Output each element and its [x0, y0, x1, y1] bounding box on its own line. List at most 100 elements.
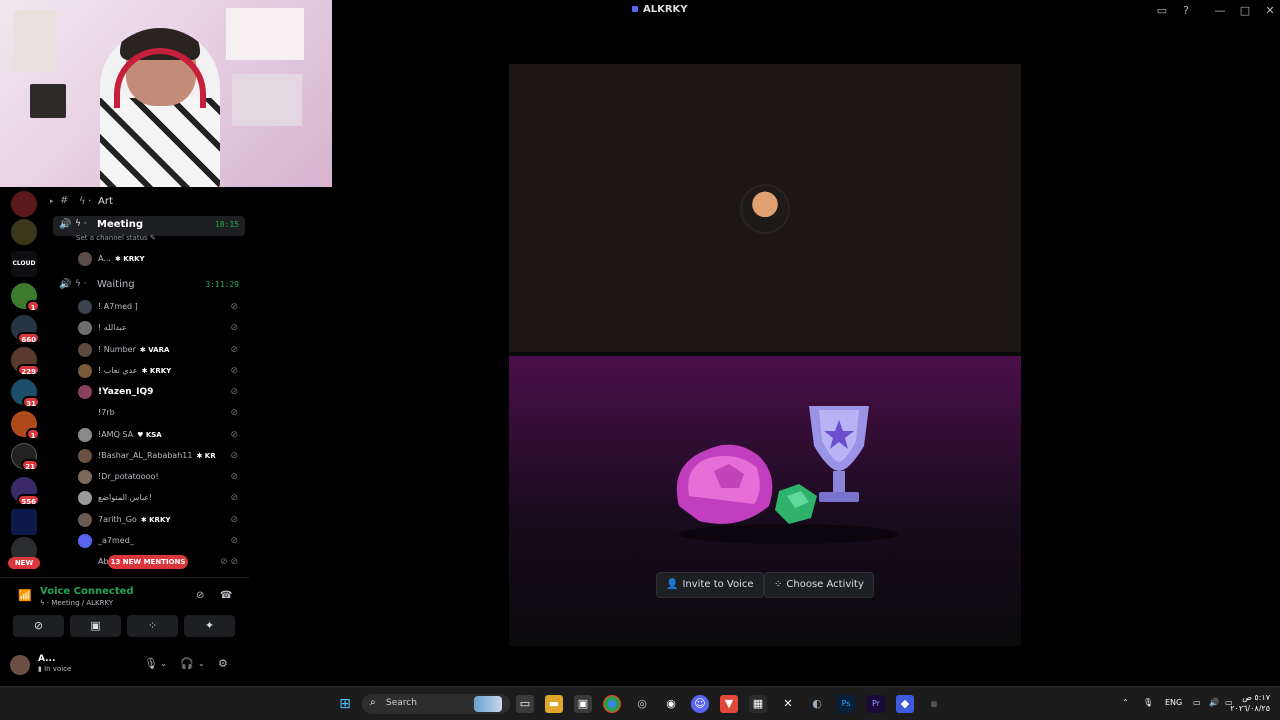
chrome-icon[interactable]	[603, 695, 621, 713]
mute-icon: ⊘	[230, 472, 238, 482]
mute-icon: ⊘	[230, 387, 238, 397]
server-icon[interactable]	[11, 219, 37, 245]
server-icon[interactable]: 31	[11, 379, 40, 408]
channel-name: Meeting	[97, 219, 144, 230]
speaker-icon: 🔊	[59, 219, 72, 230]
shelf	[226, 8, 304, 60]
screen-share-button[interactable]: ▣	[70, 615, 121, 637]
close-button[interactable]: ✕	[1262, 3, 1278, 19]
app-icon[interactable]: ▦	[749, 695, 767, 713]
server-icon[interactable]: 1	[11, 411, 40, 440]
voice-panel: 📶 Voice Connected ϟ · Meeting / ALKRKY ⊘…	[0, 577, 249, 685]
voice-channel-waiting[interactable]: 🔊 ϟ · Waiting 3:11:29	[53, 276, 245, 296]
file-explorer-icon[interactable]: ▬	[545, 695, 563, 713]
server-icon[interactable]: 556	[11, 477, 40, 506]
voice-status[interactable]: Voice Connected	[40, 586, 134, 597]
windows-start-icon[interactable]: ⊞	[336, 695, 354, 713]
mute-icon: ⊘	[230, 493, 238, 503]
voice-member[interactable]: ! عدي نعاب ✱ KRKY ⊘	[76, 363, 244, 381]
volume-icon[interactable]: 🔊	[1209, 698, 1219, 707]
user-name: A...	[38, 654, 56, 664]
bolt-icon: ϟ	[79, 196, 86, 207]
server-icon[interactable]: 229	[11, 347, 40, 376]
category-row[interactable]: ▸ # ϟ · Art	[50, 195, 249, 211]
noise-suppression-icon[interactable]: ⊘	[196, 590, 210, 606]
language-indicator[interactable]: ENG	[1165, 698, 1182, 707]
avatar	[10, 655, 30, 675]
mute-icon: ⊘	[230, 451, 238, 461]
maximize-button[interactable]: □	[1237, 3, 1253, 19]
server-icon-cloud[interactable]: CLOUD	[11, 251, 37, 277]
camera-off-icon: ⊘	[33, 619, 44, 632]
voice-member[interactable]: 7arith_Go ✱ KRKY ⊘	[76, 512, 244, 530]
voice-member[interactable]: عباس المتواضع! ⊘	[76, 490, 244, 508]
gear-icon[interactable]: ⚙	[218, 657, 228, 670]
system-clock[interactable]: ٥:١٧ ص ٢٠٢٦/٠٨/٢٥	[1230, 692, 1270, 714]
minimize-button[interactable]: —	[1212, 3, 1228, 19]
mention-badge: 31	[22, 396, 40, 408]
app-icon[interactable]: ▪	[925, 695, 943, 713]
voice-member[interactable]: !Yazen_IQ9 ⊘	[76, 384, 244, 402]
mute-icon: ⊘	[230, 366, 238, 376]
new-mentions-pill[interactable]: 13 NEW MENTIONS	[108, 555, 188, 569]
voice-member[interactable]: _a7med_ ⊘	[76, 533, 244, 551]
voice-channel-meeting[interactable]: 🔊 ϟ · Meeting 18:15	[53, 216, 245, 236]
voice-member[interactable]: A... ✱ KRKY	[76, 251, 244, 269]
signal-icon[interactable]: 📶	[18, 589, 32, 602]
obs-icon[interactable]: ◉	[662, 695, 680, 713]
discord-icon[interactable]: ☺	[691, 695, 709, 713]
channel-timer: 18:15	[214, 220, 239, 229]
activities-button[interactable]: ⁘	[127, 615, 178, 637]
window-title: ALKRKY	[632, 4, 688, 15]
chevron-up-icon[interactable]: ⌃	[1122, 698, 1129, 707]
server-icon[interactable]	[11, 191, 37, 217]
premiere-icon[interactable]: Pr	[867, 695, 885, 713]
server-icon[interactable]: 1	[11, 283, 40, 312]
task-view-icon[interactable]: ▭	[516, 695, 534, 713]
microphone-tray-icon[interactable]: 🎙	[1143, 698, 1153, 707]
mention-badge: 556	[17, 494, 40, 506]
participant-tile[interactable]	[509, 64, 1021, 352]
voice-member[interactable]: ! عبدالله ⊘	[76, 320, 244, 338]
inbox-icon[interactable]: ▭	[1154, 3, 1170, 19]
voice-member[interactable]: ! A7med ] ⊘	[76, 299, 244, 317]
steam-icon[interactable]: ◐	[808, 695, 826, 713]
camera-button[interactable]: ⊘	[13, 615, 64, 637]
brave-icon[interactable]: ▼	[720, 695, 738, 713]
chevron-down-icon[interactable]: ⌄	[198, 659, 205, 668]
channel-status-placeholder[interactable]: Set a channel status ✎	[76, 234, 156, 242]
network-icon[interactable]: ▭	[1193, 698, 1201, 707]
voice-member[interactable]: ! Number ✱ VARA ⊘	[76, 342, 244, 360]
channel-name: Waiting	[97, 279, 135, 290]
voice-member[interactable]: !AMQ SA ♥ KSA ⊘	[76, 427, 244, 445]
help-icon[interactable]: ?	[1178, 3, 1194, 19]
new-pill[interactable]: NEW	[8, 557, 40, 569]
app-icon[interactable]: ◎	[633, 695, 651, 713]
headphones-icon[interactable]: 🎧	[180, 657, 194, 670]
webcam-overlay	[0, 0, 332, 187]
voice-member[interactable]: !Dr_potatoooo! ⊘	[76, 469, 244, 487]
chevron-down-icon[interactable]: ⌄	[160, 659, 167, 668]
voice-member[interactable]: !7rb ⊘	[76, 405, 244, 423]
server-icon[interactable]	[11, 509, 37, 535]
wall-frame	[30, 84, 66, 118]
choose-activity-button[interactable]: ⁘ Choose Activity	[764, 572, 874, 598]
disconnect-icon[interactable]: ☎	[220, 590, 234, 606]
channel-list: ▸ # ϟ · Art 🔊 ϟ · Meeting 18:15 Set a ch…	[50, 187, 249, 577]
taskbar-search[interactable]: ⌕ Search	[362, 694, 510, 714]
invite-to-voice-button[interactable]: 👤 Invite to Voice	[656, 572, 764, 598]
server-icon[interactable]: 660	[11, 315, 40, 344]
soundboard-button[interactable]: ✦	[184, 615, 235, 637]
photoshop-icon[interactable]: Ps	[837, 695, 855, 713]
add-user-icon: 👤	[666, 579, 679, 590]
app-icon[interactable]: ◆	[896, 695, 914, 713]
server-icon[interactable]: 21	[11, 443, 39, 471]
channel-timer: 3:11:29	[205, 280, 239, 289]
voice-location: ϟ · Meeting / ALKRKY	[40, 599, 114, 607]
microphone-icon[interactable]: 🎙	[144, 657, 158, 670]
capcut-icon[interactable]: ✕	[779, 695, 797, 713]
voice-member[interactable]: !Bashar_AL_Rababah11 ✱ KR ⊘	[76, 448, 244, 466]
mention-badge: 1	[26, 428, 40, 440]
store-icon[interactable]: ▣	[574, 695, 592, 713]
user-panel[interactable]: A... ▮ In voice 🎙 ⌄ 🎧 ⌄ ⚙	[10, 653, 240, 677]
